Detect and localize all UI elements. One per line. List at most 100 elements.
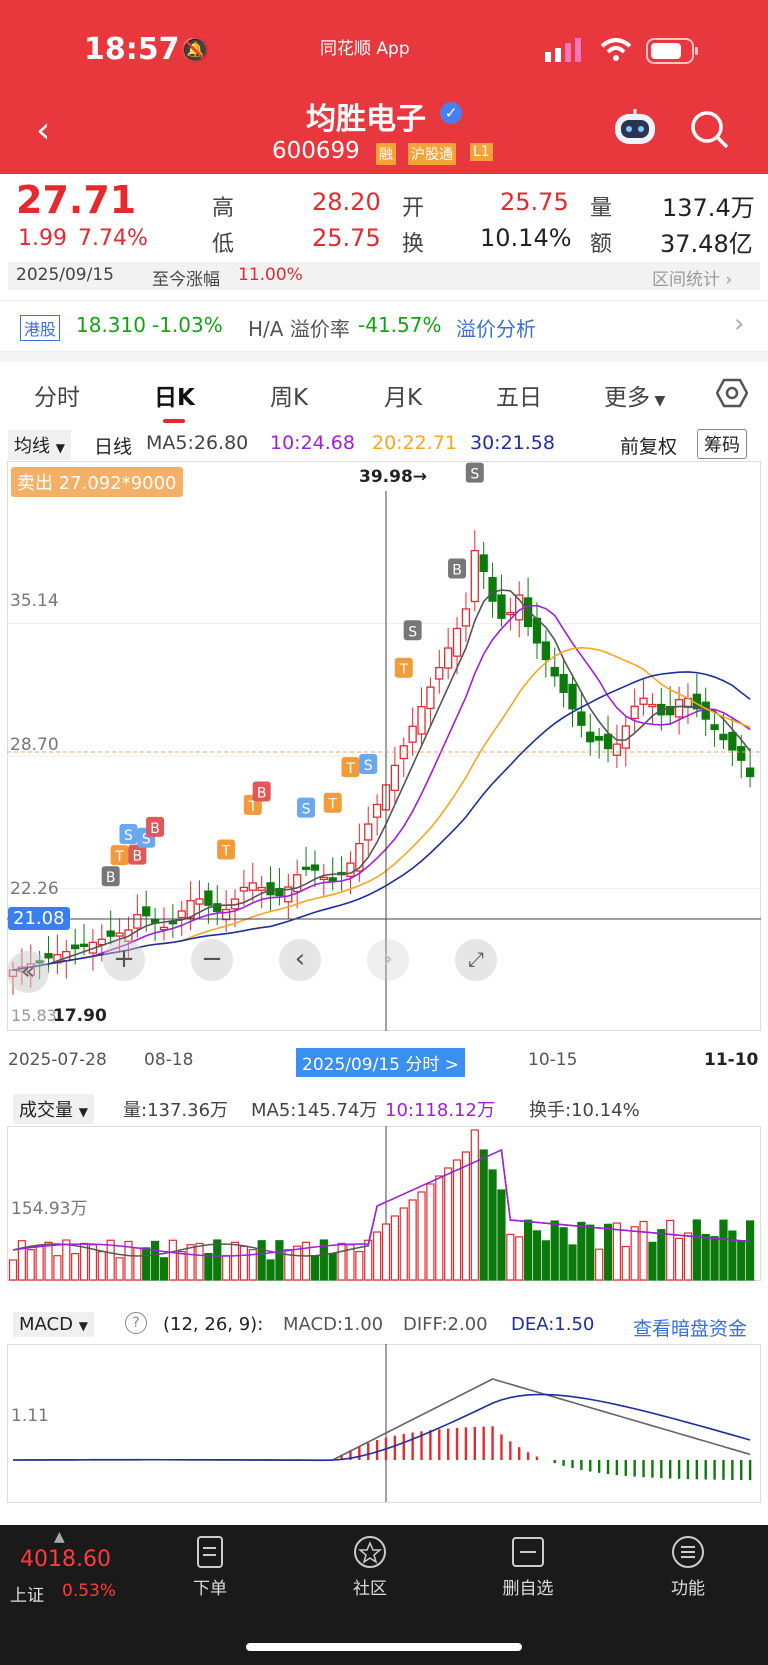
macd-panel[interactable]: MACD ▼ ? (12, 26, 9): MACD:1.00 DIFF:2.0… [7, 1300, 761, 1505]
turnover-value: 10.14% [480, 224, 572, 252]
kline-chart[interactable]: BTSBSBTTBSTTSTSBS 卖出 27.092*9000 41.58 3… [7, 461, 761, 1031]
zoom-out-button[interactable]: − [191, 939, 233, 981]
tag-margin: 融 [376, 143, 396, 165]
y-label-2: 28.70 [10, 735, 59, 755]
settings-icon[interactable] [715, 378, 749, 412]
ma10-line [12, 604, 751, 971]
help-icon[interactable]: ? [125, 1312, 147, 1334]
signal-label: B [106, 870, 116, 886]
volume-bar [674, 1237, 684, 1281]
scroll-left-button[interactable]: « [7, 951, 49, 993]
candle [372, 803, 382, 818]
candle [142, 906, 151, 917]
min-price-label: 17.90 [53, 1006, 107, 1026]
tab-intraday[interactable]: 分时 [34, 378, 80, 412]
volume-amount: 量:137.36万 [123, 1100, 229, 1121]
candle [541, 641, 551, 661]
candle [266, 882, 275, 896]
volume-bar [612, 1222, 622, 1281]
ma10-value: 10:24.68 [270, 432, 355, 454]
volume-bar [195, 1242, 204, 1281]
robot-assistant-icon[interactable] [612, 108, 658, 152]
premium-analysis-link[interactable]: 溢价分析 [456, 313, 536, 342]
next-button[interactable]: › [367, 939, 409, 981]
adjust-select[interactable]: 前复权 [620, 432, 677, 459]
tab-daily-k[interactable]: 日K [154, 378, 195, 412]
volume-bar [53, 1255, 62, 1281]
back-icon[interactable]: ‹ [36, 110, 50, 151]
hk-badge: 港股 [20, 315, 61, 341]
volume-bar [381, 1223, 391, 1281]
volume-bar [621, 1245, 630, 1281]
y-label-1: 35.14 [10, 591, 59, 611]
signal-label: T [114, 849, 124, 865]
volume-bar [568, 1244, 577, 1281]
remove-watchlist-button[interactable]: 删自选 [468, 1535, 588, 1599]
bottom-nav: ▲ 4018.60 上证 0.53% 下单 社区 删自选 功能 [0, 1525, 768, 1665]
candle [408, 725, 417, 743]
volume-bar [728, 1230, 737, 1281]
candle [737, 746, 746, 761]
order-button[interactable]: 下单 [150, 1535, 270, 1599]
low-label: 低 [212, 232, 235, 257]
tab-more[interactable]: 更多 ▼ [604, 378, 665, 412]
range-stats-button[interactable]: 区间统计 › [652, 265, 732, 290]
fullscreen-icon[interactable]: ⤢ [455, 939, 497, 981]
candle [603, 733, 613, 750]
candle [204, 890, 213, 906]
amount-value: 37.48亿 [660, 230, 753, 258]
zoom-in-button[interactable]: + [103, 939, 145, 981]
volume-bar [17, 1240, 26, 1281]
stock-header: ‹ 均胜电子 ✓ 600699 融 沪股通 L1 [0, 88, 768, 174]
chips-button[interactable]: 筹码 [697, 429, 747, 459]
candle [612, 743, 622, 756]
volume-panel[interactable]: 成交量 ▼ 量:137.36万 MA5:145.74万 10:118.12万 换… [7, 1090, 761, 1290]
volume-bar [435, 1175, 444, 1281]
volume-bar [603, 1223, 613, 1281]
previous-button[interactable]: ‹ [279, 939, 321, 981]
volume-bar [97, 1250, 106, 1281]
candle [674, 699, 684, 718]
candle [506, 611, 515, 616]
candle [195, 898, 204, 905]
cursor-date-button[interactable]: 2025/09/15 分时 > [296, 1048, 466, 1077]
macd-params: (12, 26, 9): [163, 1314, 264, 1335]
diff-value: DIFF:2.00 [403, 1314, 488, 1335]
sell-badge: 卖出 27.092*9000 [11, 467, 183, 497]
functions-button[interactable]: 功能 [628, 1535, 748, 1599]
tab-weekly-k[interactable]: 周K [270, 378, 308, 412]
volume-bar [62, 1239, 71, 1281]
tab-five-day[interactable]: 五日 [496, 378, 542, 412]
since-value: 11.00% [238, 265, 303, 285]
candle [435, 666, 444, 680]
volume-bar [648, 1241, 657, 1281]
candle [310, 864, 320, 871]
candle [719, 733, 728, 741]
last-price: 27.71 [16, 178, 137, 222]
volume-bar [532, 1230, 542, 1281]
candle [248, 882, 257, 891]
dark-pool-link[interactable]: 查看暗盘资金 [633, 1314, 747, 1341]
signal-label: B [133, 849, 143, 865]
dea-line [12, 1393, 751, 1461]
tab-monthly-k[interactable]: 月K [384, 378, 422, 412]
volume-bar [390, 1215, 399, 1281]
x-label-3: 10-15 [528, 1050, 578, 1070]
search-icon[interactable] [690, 110, 730, 154]
volume-select[interactable]: 成交量 ▼ [13, 1094, 94, 1124]
volume-bar [719, 1219, 728, 1281]
volume-bar [497, 1189, 506, 1281]
hk-row[interactable]: 港股 18.310 -1.03% H/A 溢价率 -41.57% 溢价分析 › [0, 300, 768, 352]
functions-label: 功能 [671, 1579, 705, 1599]
community-button[interactable]: 社区 [310, 1535, 430, 1599]
home-indicator [246, 1643, 522, 1651]
volume-bar [328, 1253, 337, 1281]
caret-down-icon: ▼ [78, 1105, 88, 1119]
volume-bar [746, 1220, 755, 1281]
candle [586, 731, 595, 743]
index-value[interactable]: 4018.60 [20, 1547, 111, 1572]
macd-select[interactable]: MACD ▼ [13, 1312, 94, 1337]
candle [346, 862, 355, 877]
indicator-select[interactable]: 均线 ▼ [8, 430, 71, 460]
volume-bar [177, 1251, 186, 1281]
